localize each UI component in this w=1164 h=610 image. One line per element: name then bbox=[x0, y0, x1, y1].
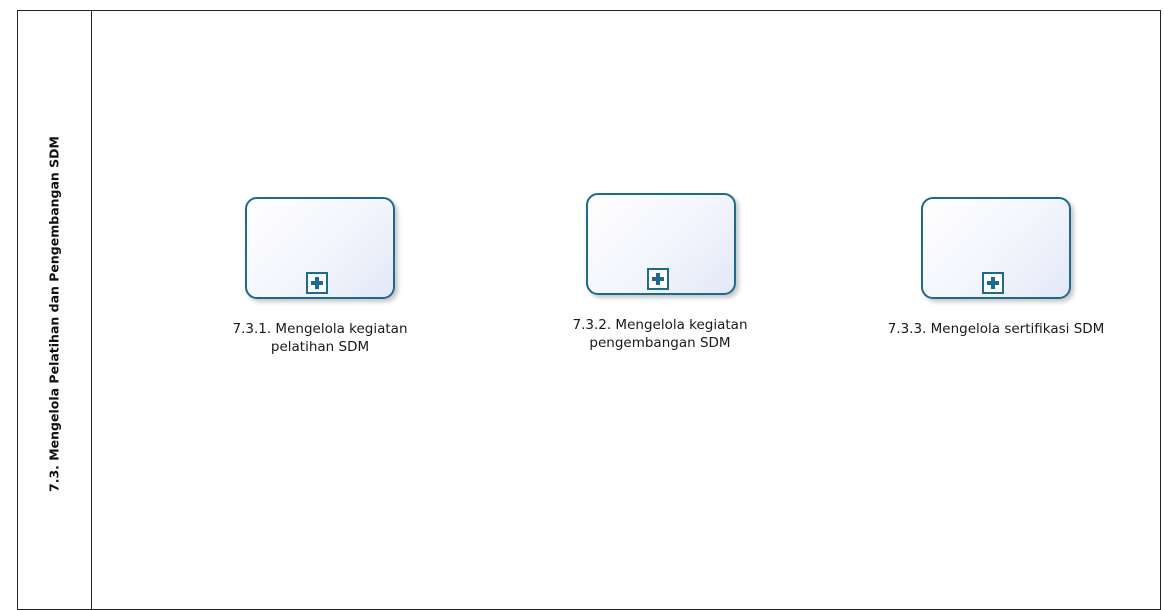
subprocess-task-7-3-1[interactable] bbox=[245, 197, 395, 299]
task-label-7-3-1: 7.3.1. Mengelola kegiatan pelatihan SDM bbox=[190, 320, 450, 356]
task-label-line: 7.3.2. Mengelola kegiatan bbox=[572, 317, 748, 333]
task-label-line: 7.3.3. Mengelola sertifikasi SDM bbox=[887, 321, 1105, 337]
plus-icon[interactable] bbox=[306, 272, 328, 294]
task-label-line: 7.3.1. Mengelola kegiatan bbox=[232, 321, 408, 337]
lane-title: 7.3. Mengelola Pelatihan dan Pengembanga… bbox=[46, 136, 62, 492]
pool-frame bbox=[17, 10, 1161, 610]
task-label-7-3-3: 7.3.3. Mengelola sertifikasi SDM bbox=[866, 320, 1126, 338]
plus-icon[interactable] bbox=[982, 272, 1004, 294]
plus-icon[interactable] bbox=[647, 268, 669, 290]
task-label-line: pengembangan SDM bbox=[589, 335, 731, 351]
subprocess-task-7-3-2[interactable] bbox=[586, 193, 736, 295]
task-label-line: pelatihan SDM bbox=[270, 339, 370, 355]
task-label-7-3-2: 7.3.2. Mengelola kegiatan pengembangan S… bbox=[530, 316, 790, 352]
subprocess-task-7-3-3[interactable] bbox=[921, 197, 1071, 299]
